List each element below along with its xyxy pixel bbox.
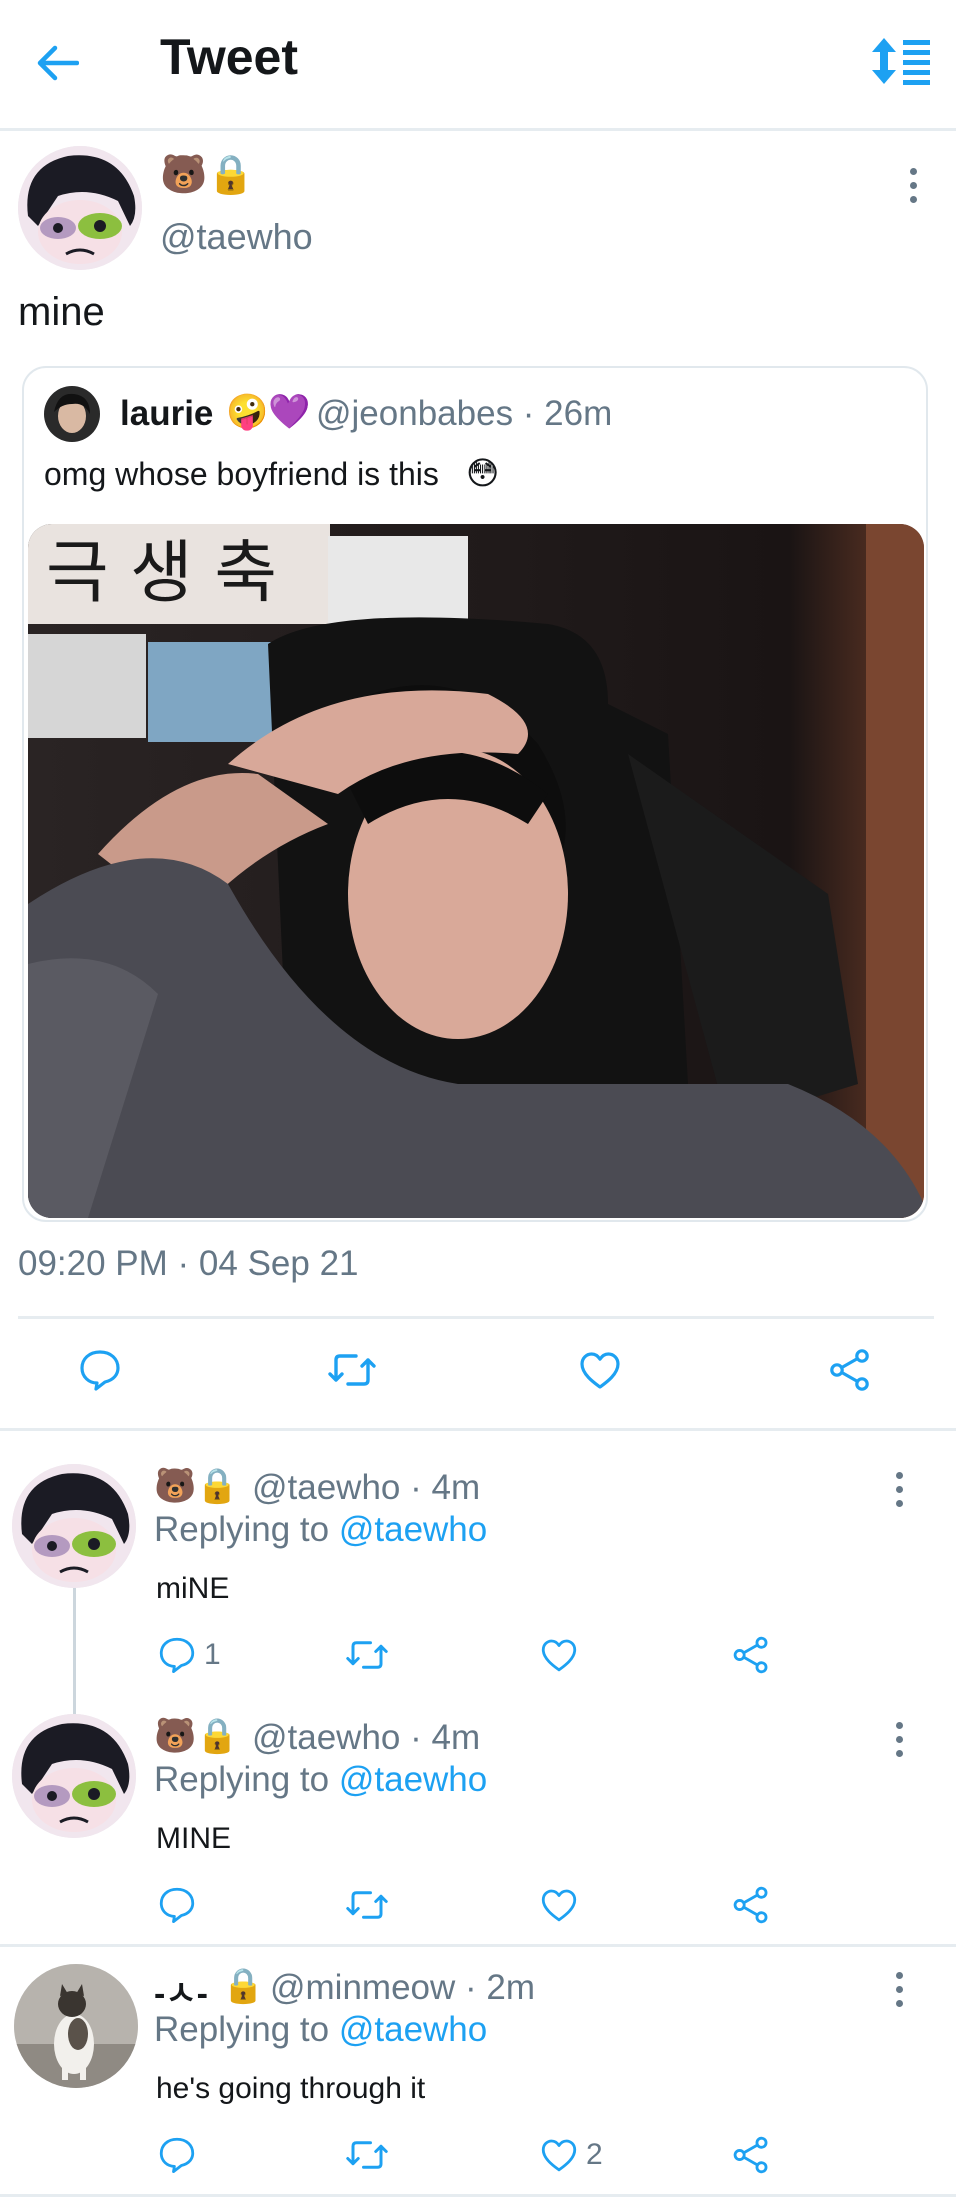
reply-text: he's going through it: [156, 2072, 426, 2105]
header-divider: [0, 128, 956, 131]
comment-icon: [159, 2137, 195, 2174]
comment-icon: [159, 1637, 195, 1674]
comment-icon: [80, 1350, 120, 1391]
quoted-tweet-card[interactable]: laurie 🤪💜 @jeonbabes · 26m omg whose boy…: [22, 366, 928, 1222]
retweet-button[interactable]: [344, 1634, 390, 1676]
reply-count: 1: [204, 1638, 221, 1671]
quoted-avatar: [44, 386, 100, 442]
reply-name-emoji: 🔒: [222, 1966, 265, 2006]
display-name-emoji: 🐻🔒: [160, 152, 255, 196]
reply-name-emoji: 🐻🔒: [154, 1716, 239, 1756]
avatar[interactable]: [18, 146, 142, 270]
thread-connector-line: [73, 1588, 76, 1716]
page-title: Tweet: [160, 29, 298, 85]
reply-text: miNE: [156, 1572, 230, 1605]
more-options-button[interactable]: [884, 1464, 914, 1514]
sort-icon: [872, 38, 930, 85]
user-handle[interactable]: @taewho: [160, 216, 313, 258]
divider: [18, 1316, 934, 1319]
retweet-icon: [346, 1641, 388, 1669]
replying-to-label: Replying to: [154, 1510, 330, 1549]
quoted-text: omg whose boyfriend is this: [44, 456, 439, 492]
section-divider: [0, 1428, 956, 1431]
retweet-button[interactable]: [344, 2134, 390, 2176]
share-button[interactable]: [730, 1634, 772, 1676]
replying-to-line: Replying to @taewho: [154, 1510, 487, 1550]
retweet-icon: [346, 1891, 388, 1919]
reply-display-name: -ㅅ-: [154, 1975, 208, 2013]
retweet-icon: [328, 1354, 376, 1386]
more-options-button[interactable]: [884, 1714, 914, 1764]
reply-handle[interactable]: @taewho · 4m: [252, 1468, 480, 1508]
share-icon: [830, 1349, 869, 1391]
cartoon-avatar-image: [18, 146, 142, 270]
retweet-icon: [346, 2141, 388, 2169]
reply-avatar[interactable]: [14, 1964, 138, 2088]
arrow-left-icon: [37, 45, 79, 81]
replying-to-link[interactable]: @taewho: [339, 1760, 487, 1799]
replying-to-label: Replying to: [154, 1760, 330, 1799]
reply-avatar[interactable]: [12, 1714, 136, 1838]
like-button[interactable]: 2: [538, 2134, 603, 2176]
more-vertical-icon: [895, 1721, 903, 1729]
tweet-text: mine: [18, 290, 105, 334]
share-icon: [733, 1636, 768, 1674]
app-header: Tweet: [0, 0, 956, 128]
replying-to-link[interactable]: @taewho: [339, 1510, 487, 1549]
more-vertical-icon: [909, 167, 917, 175]
replying-to-line: Replying to @taewho: [154, 2010, 487, 2050]
more-options-button[interactable]: [898, 160, 928, 210]
replying-to-link[interactable]: @taewho: [339, 2010, 487, 2049]
cartoon-avatar-image: [12, 1714, 136, 1838]
quoted-handle: @jeonbabes · 26m: [316, 394, 613, 433]
photo-image: 극 생 축: [28, 524, 924, 1218]
tweet-timestamp: 09:20 PM · 04 Sep 21: [18, 1244, 359, 1283]
reply-avatar[interactable]: [12, 1464, 136, 1588]
reply-button[interactable]: 1: [156, 1634, 221, 1676]
replying-to-label: Replying to: [154, 2010, 330, 2049]
cartoon-avatar-image: [12, 1464, 136, 1588]
reply-handle[interactable]: @taewho · 4m: [252, 1718, 480, 1758]
heart-icon: [541, 1639, 577, 1672]
share-button[interactable]: [826, 1346, 874, 1394]
section-divider: [0, 2194, 956, 2197]
quoted-text-emoji: 😳: [466, 454, 500, 492]
reply-button[interactable]: [76, 1346, 124, 1394]
back-button[interactable]: [30, 36, 84, 90]
share-icon: [733, 2136, 768, 2174]
quoted-name-emoji: 🤪💜: [226, 392, 311, 432]
reply-button[interactable]: [156, 1884, 198, 1926]
replying-to-line: Replying to @taewho: [154, 1760, 487, 1800]
comment-icon: [159, 1887, 195, 1924]
reply-name-emoji: 🐻🔒: [154, 1466, 239, 1506]
sort-button[interactable]: [872, 36, 932, 86]
more-options-button[interactable]: [884, 1964, 914, 2014]
like-count: 2: [586, 2138, 603, 2171]
retweet-button[interactable]: [326, 1346, 378, 1394]
share-button[interactable]: [730, 1884, 772, 1926]
like-button[interactable]: [538, 1884, 580, 1926]
like-button[interactable]: [576, 1346, 624, 1394]
like-button[interactable]: [538, 1634, 580, 1676]
poster-text: 극 생 축: [46, 534, 277, 613]
photo-avatar-image: [44, 386, 100, 442]
quoted-media-photo[interactable]: 극 생 축: [28, 524, 924, 1218]
quoted-display-name: laurie: [120, 394, 214, 433]
reply-handle[interactable]: @minmeow · 2m: [270, 1968, 535, 2008]
cat-photo-image: [14, 1964, 138, 2088]
heart-icon: [541, 1889, 577, 1922]
reply-text: MINE: [156, 1822, 231, 1855]
more-vertical-icon: [895, 1971, 903, 1979]
section-divider: [0, 1944, 956, 1947]
retweet-button[interactable]: [344, 1884, 390, 1926]
more-vertical-icon: [895, 1471, 903, 1479]
reply-button[interactable]: [156, 2134, 198, 2176]
heart-icon: [541, 2139, 577, 2172]
share-icon: [733, 1886, 768, 1924]
share-button[interactable]: [730, 2134, 772, 2176]
heart-icon: [580, 1352, 620, 1389]
